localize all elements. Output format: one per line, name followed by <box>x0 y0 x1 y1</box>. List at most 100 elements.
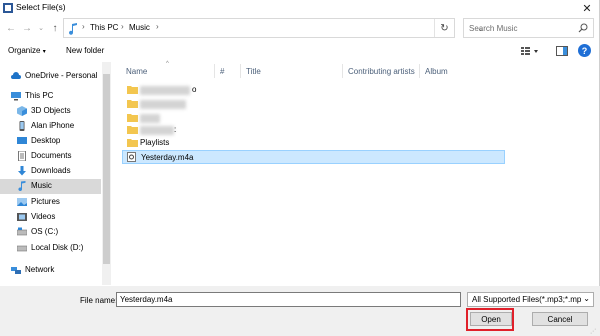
preview-pane-icon[interactable] <box>556 45 568 57</box>
organize-button[interactable]: Organize ▾ <box>8 46 46 55</box>
file-row[interactable]: : <box>122 123 505 137</box>
sidebar-item-local-disk-d[interactable]: Local Disk (D:) <box>0 241 101 256</box>
column-divider[interactable] <box>214 64 215 78</box>
refresh-button[interactable]: ↻ <box>434 19 454 37</box>
music-icon <box>18 181 26 191</box>
sidebar-item-label: 3D Objects <box>31 106 71 115</box>
file-row[interactable] <box>122 97 505 111</box>
cube-icon <box>17 106 27 116</box>
cloud-icon <box>11 72 21 79</box>
sidebar-item-os-c[interactable]: OS (C:) <box>0 225 101 240</box>
column-header-artists[interactable]: Contributing artists <box>348 67 415 76</box>
drive-icon <box>17 245 27 252</box>
sidebar-item-label: This PC <box>25 91 54 100</box>
file-name: : <box>174 125 177 134</box>
computer-icon <box>11 92 21 101</box>
drive-icon <box>17 227 27 236</box>
back-button[interactable]: ← <box>4 20 18 36</box>
redacted-name <box>140 126 174 135</box>
download-icon <box>18 166 26 176</box>
folder-icon <box>127 114 138 122</box>
sidebar-item-network[interactable]: Network <box>0 263 101 278</box>
sidebar-item-label: OneDrive - Personal <box>25 71 98 80</box>
sidebar-item-documents[interactable]: Documents <box>0 149 101 164</box>
sidebar-item-this-pc[interactable]: This PC <box>0 89 101 104</box>
sidebar-item-3d-objects[interactable]: 3D Objects <box>0 104 101 119</box>
file-name-input[interactable]: Yesterday.m4a <box>116 292 461 307</box>
search-placeholder: Search Music <box>469 24 518 33</box>
sidebar-item-label: Alan iPhone <box>31 121 75 130</box>
sidebar-item-label: Pictures <box>31 197 60 206</box>
file-name: Yesterday.m4a <box>141 153 194 162</box>
nav-scrollbar-thumb[interactable] <box>103 74 110 264</box>
folder-icon <box>127 100 138 108</box>
recent-locations-button[interactable]: ⌄ <box>34 20 48 36</box>
sidebar-item-label: Desktop <box>31 136 61 145</box>
file-row[interactable]: o <box>122 83 505 97</box>
breadcrumb-this-pc[interactable]: This PC <box>90 23 118 32</box>
video-icon <box>17 213 27 221</box>
chevron-down-icon: ▾ <box>42 49 46 55</box>
folder-icon <box>127 86 138 94</box>
desktop-icon <box>17 137 27 144</box>
search-box[interactable]: Search Music <box>463 18 594 38</box>
close-icon: ✕ <box>582 2 592 15</box>
sidebar-item-videos[interactable]: Videos <box>0 210 101 225</box>
music-note-icon <box>69 23 77 35</box>
redacted-name <box>140 86 190 95</box>
folder-icon <box>127 139 138 147</box>
file-row[interactable]: Yesterday.m4a <box>122 150 505 164</box>
column-divider[interactable] <box>419 64 420 78</box>
search-icon <box>578 23 588 33</box>
sidebar-item-music[interactable]: Music <box>0 179 101 194</box>
file-row[interactable]: Playlists <box>122 136 505 150</box>
sidebar-item-onedrive[interactable]: OneDrive - Personal <box>0 69 101 84</box>
file-name-value: Yesterday.m4a <box>120 295 173 304</box>
address-bar[interactable]: › This PC › Music › ⌄ <box>63 18 484 38</box>
column-header-number[interactable]: # <box>220 67 224 76</box>
sidebar-item-label: OS (C:) <box>31 227 59 236</box>
sidebar-item-label: Network <box>25 265 55 274</box>
window-title: Select File(s) <box>16 2 66 12</box>
breadcrumb-separator: › <box>121 22 124 31</box>
phone-icon <box>19 121 25 131</box>
folder-icon <box>127 126 138 134</box>
file-name-label: File name: <box>80 296 118 305</box>
column-header-album[interactable]: Album <box>425 67 448 76</box>
sidebar-item-pictures[interactable]: Pictures <box>0 195 101 210</box>
column-divider[interactable] <box>240 64 241 78</box>
change-view-icon[interactable] <box>520 45 540 57</box>
sidebar-item-label: Documents <box>31 151 72 160</box>
file-type-select[interactable]: All Supported Files(*.mp3;*.mp ⌄ <box>467 292 594 307</box>
up-arrow-icon: ↑ <box>52 22 58 34</box>
sidebar-item-label: Videos <box>31 212 56 221</box>
cancel-button[interactable]: Cancel <box>532 312 588 326</box>
new-folder-button[interactable]: New folder <box>66 46 104 55</box>
column-header-title[interactable]: Title <box>246 67 261 76</box>
redacted-name <box>140 114 160 123</box>
file-name: o <box>192 85 197 94</box>
picture-icon <box>17 198 27 206</box>
audio-file-icon <box>127 152 136 162</box>
column-divider[interactable] <box>342 64 343 78</box>
back-arrow-icon: ← <box>6 22 16 34</box>
sidebar-item-desktop[interactable]: Desktop <box>0 134 101 149</box>
help-icon[interactable]: ? <box>578 44 591 57</box>
up-button[interactable]: ↑ <box>48 20 62 36</box>
forward-button[interactable]: → <box>20 20 34 36</box>
close-button[interactable]: ✕ <box>576 0 598 16</box>
sidebar-item-downloads[interactable]: Downloads <box>0 164 101 179</box>
sidebar-item-label: Music <box>31 181 52 190</box>
network-icon <box>11 267 21 274</box>
breadcrumb-music[interactable]: Music <box>129 23 150 32</box>
resize-grip-icon[interactable]: ⋰ <box>590 328 596 335</box>
open-button-highlight <box>466 308 514 331</box>
file-type-value: All Supported Files(*.mp3;*.mp <box>472 295 582 304</box>
sidebar-item-iphone[interactable]: Alan iPhone <box>0 119 101 134</box>
sidebar-item-label: Local Disk (D:) <box>31 243 84 252</box>
column-header-name[interactable]: Name <box>126 67 147 76</box>
title-bar: Select File(s) ✕ <box>0 0 600 16</box>
file-dialog: Select File(s) ✕ ← → ⌄ ↑ › This PC › Mus… <box>0 0 600 336</box>
navigation-pane: OneDrive - Personal This PC 3D Objects A… <box>0 62 112 286</box>
chevron-down-icon: ⌄ <box>583 294 590 303</box>
